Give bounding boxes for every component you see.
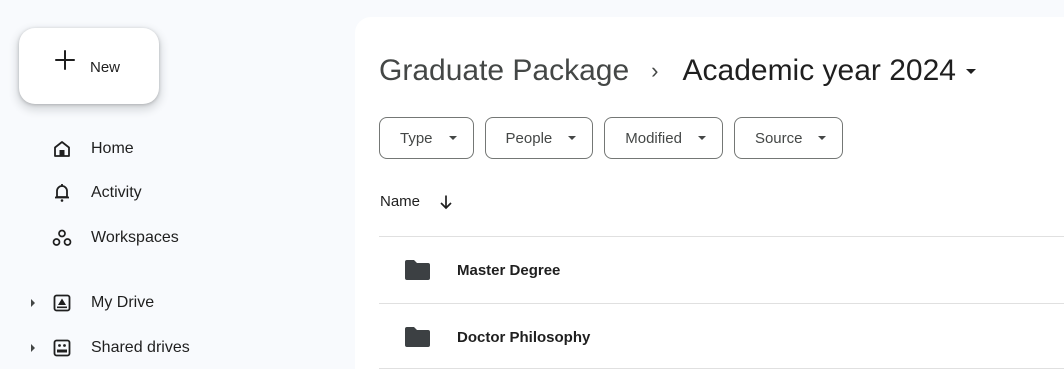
arrow-down-icon[interactable] [438,194,454,210]
folder-icon [405,327,430,347]
dropdown-caret-icon [568,136,577,140]
my-drive-icon [52,293,72,313]
new-button[interactable]: New [19,28,159,104]
filter-modified[interactable]: Modified [604,117,723,159]
breadcrumb-current[interactable]: Academic year 2024 [683,54,957,88]
breadcrumb-separator-icon: › [651,58,659,83]
dropdown-caret-icon [818,136,827,140]
filter-people[interactable]: People [484,117,594,159]
sidebar-item-label: My Drive [91,294,155,311]
bell-icon [52,183,72,203]
sidebar-item-label: Shared drives [91,339,190,356]
dropdown-caret-icon [697,136,706,140]
sidebar-item-label: Activity [91,184,142,201]
plus-icon [53,48,77,72]
folder-menu-caret-icon[interactable] [966,68,976,74]
list-item[interactable]: Doctor Philosophy [379,304,1064,369]
folder-name: Doctor Philosophy [457,328,591,346]
sidebar-item-label: Home [91,140,134,157]
shared-drives-icon [52,338,72,358]
breadcrumb-parent[interactable]: Graduate Package [379,54,629,88]
expand-arrow-icon[interactable] [31,299,35,307]
filter-label: Source [754,129,803,147]
breadcrumb: Graduate Package › Academic year 2024 [379,53,976,89]
filter-label: Modified [625,129,682,147]
folder-name: Master Degree [457,261,561,279]
sidebar-item-workspaces[interactable]: Workspaces [0,221,355,255]
folder-icon [405,260,430,280]
filter-type[interactable]: Type [379,117,474,159]
home-icon [52,139,72,159]
sidebar-item-my-drive[interactable]: My Drive [0,286,355,320]
sidebar-item-shared-drives[interactable]: Shared drives [0,331,355,365]
dropdown-caret-icon [448,136,457,140]
sidebar-item-activity[interactable]: Activity [0,176,355,210]
main-content: Graduate Package › Academic year 2024 Ty… [355,17,1064,369]
sidebar-item-label: Workspaces [91,229,179,246]
filter-source[interactable]: Source [733,117,844,159]
filter-label: Type [400,129,433,147]
name-header-label: Name [380,193,421,210]
filter-label: People [505,129,553,147]
list-item[interactable]: Master Degree [379,237,1064,303]
new-button-label: New [90,59,121,76]
sidebar: New Home Activity Workspaces My Drive Sh… [0,0,355,369]
expand-arrow-icon[interactable] [31,344,35,352]
filter-chips: Type People Modified Source [379,117,854,159]
sidebar-item-home[interactable]: Home [0,132,355,166]
workspaces-icon [52,228,72,248]
name-column-header[interactable]: Name [380,193,454,210]
